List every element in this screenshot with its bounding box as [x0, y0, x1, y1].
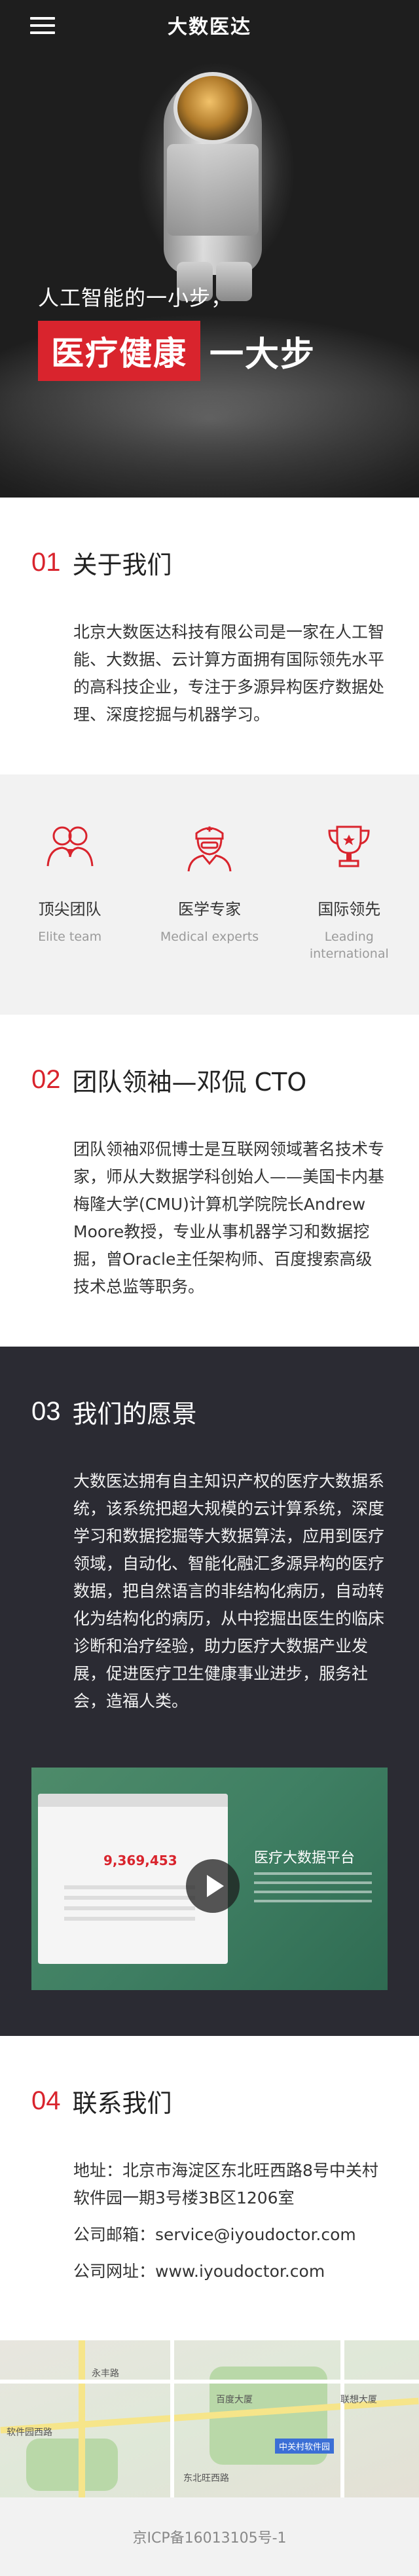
team-text: 团队领袖邓侃博士是互联网领域著名技术专家，师从大数据学科创始人——美国卡内基梅隆…: [73, 1140, 385, 1296]
section-title: 01 关于我们: [31, 545, 388, 581]
vision-text: 大数医达拥有自主知识产权的医疗大数据系统，该系统把超大规模的云计算系统，深度学习…: [73, 1472, 385, 1711]
contact-section: 04 联系我们 地址：北京市海淀区东北旺西路8号中关村软件园一期3号楼3B区12…: [0, 2036, 419, 2340]
map-road: [340, 2340, 344, 2497]
section-title: 03 我们的愿景: [31, 1394, 388, 1430]
video-subtext: [254, 1872, 372, 1909]
team-icon: [46, 826, 94, 867]
hamburger-menu-icon[interactable]: [30, 17, 55, 34]
map-label: 东北旺西路: [183, 2473, 229, 2484]
section-heading: 联系我们: [72, 2089, 172, 2118]
feature-item: 医学专家 Medical experts: [151, 820, 268, 962]
map-label: 中关村软件园: [275, 2439, 335, 2454]
feature-subtitle: Medical experts: [160, 930, 259, 944]
feature-title: 顶尖团队: [38, 900, 101, 918]
hero-headline-rest: 一大步: [210, 335, 316, 374]
astronaut-helmet: [173, 72, 252, 144]
vision-section: 03 我们的愿景 大数医达拥有自主知识产权的医疗大数据系统，该系统把超大规模的云…: [0, 1347, 419, 2036]
map-label: 永丰路: [92, 2368, 119, 2379]
brand-title: 大数医达: [168, 16, 251, 39]
intro-video[interactable]: 9,369,453 医疗大数据平台: [31, 1768, 388, 1990]
feature-title: 医学专家: [177, 900, 241, 918]
section-heading: 关于我们: [72, 551, 172, 579]
section-title: 04 联系我们: [31, 2083, 388, 2119]
section-heading: 团队领袖—邓侃 CTO: [72, 1068, 307, 1097]
section-heading: 我们的愿景: [72, 1400, 197, 1428]
astronaut-pack: [167, 144, 259, 236]
contact-address: 地址：北京市海淀区东北旺西路8号中关村软件园一期3号楼3B区1206室: [73, 2161, 378, 2207]
contact-info: 地址：北京市海淀区东北旺西路8号中关村软件园一期3号楼3B区1206室 公司邮箱…: [31, 2157, 388, 2285]
location-map[interactable]: 永丰路 中关村软件园 百度大厦 联想大厦 软件园西路 东北旺西路: [0, 2340, 419, 2497]
hero-highlight: 医疗健康: [38, 321, 200, 381]
feature-item: 国际领先 Leading international: [290, 820, 408, 962]
section-title: 02 团队领袖—邓侃 CTO: [31, 1062, 388, 1098]
section-number: 03: [31, 1397, 61, 1426]
section-number: 02: [31, 1065, 61, 1094]
feature-subtitle: Leading international: [309, 930, 389, 961]
map-label: 百度大厦: [216, 2395, 253, 2405]
page: 大数医达 人工智能的一小步， 医疗健康 一大步 01 关于我们 北京大数医达科技…: [0, 0, 419, 2576]
play-button-icon[interactable]: [186, 1859, 240, 1913]
map-park: [26, 2439, 118, 2491]
feature-item: 顶尖团队 Elite team: [11, 820, 129, 962]
contact-email[interactable]: 公司邮箱：service@iyoudoctor.com: [73, 2221, 388, 2249]
hero-headline: 医疗健康 一大步: [38, 321, 316, 381]
feature-subtitle: Elite team: [38, 930, 102, 944]
moon-ground: [0, 393, 419, 498]
map-road: [0, 2380, 419, 2384]
hero-banner: 大数医达 人工智能的一小步， 医疗健康 一大步: [0, 0, 419, 498]
about-section: 01 关于我们 北京大数医达科技有限公司是一家在人工智能、大数据、云计算方面拥有…: [0, 498, 419, 774]
doctor-icon: [187, 826, 232, 872]
about-text: 北京大数医达科技有限公司是一家在人工智能、大数据、云计算方面拥有国际领先水平的高…: [73, 623, 385, 724]
map-label: 联想大厦: [340, 2395, 377, 2405]
browser-bar: [38, 1794, 228, 1807]
map-label: 软件园西路: [7, 2427, 52, 2438]
features-strip: 顶尖团队 Elite team 医学专家 Medical experts 国际领…: [0, 774, 419, 1015]
hero-tagline: 人工智能的一小步，: [38, 285, 233, 310]
map-road: [79, 2340, 85, 2497]
trophy-icon: [328, 825, 370, 867]
section-number: 01: [31, 548, 61, 577]
map-road: [170, 2340, 174, 2497]
footer: 京ICP备16013105号-1: [0, 2497, 419, 2576]
top-bar: 大数医达: [0, 0, 419, 50]
icp-number: 京ICP备16013105号-1: [132, 2530, 287, 2547]
team-section: 02 团队领袖—邓侃 CTO 团队领袖邓侃博士是互联网领域著名技术专家，师从大数…: [0, 1015, 419, 1347]
contact-website[interactable]: 公司网址：www.iyoudoctor.com: [73, 2258, 388, 2285]
video-stat-number: 9,369,453: [103, 1853, 177, 1868]
screen-lines: [64, 1885, 195, 1927]
video-title: 医疗大数据平台: [254, 1850, 355, 1866]
feature-title: 国际领先: [318, 900, 381, 918]
section-number: 04: [31, 2086, 61, 2115]
